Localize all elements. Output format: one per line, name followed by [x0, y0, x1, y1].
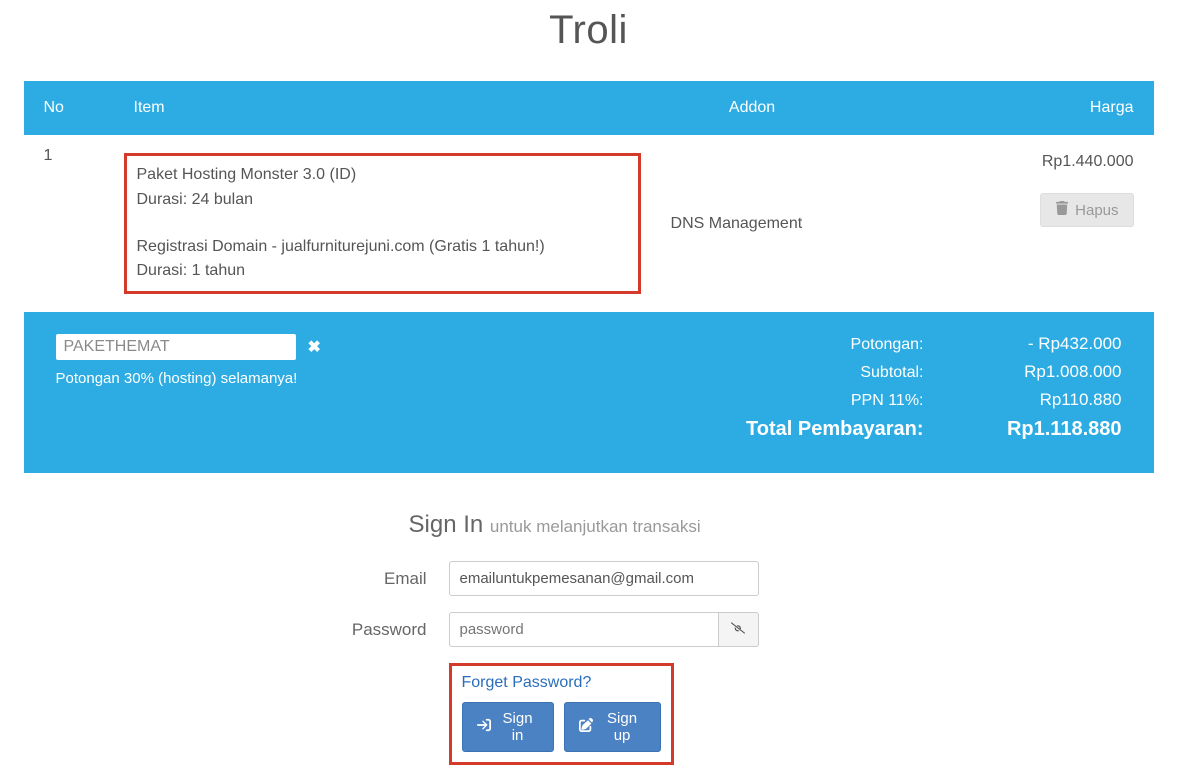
close-icon: ✖ [308, 339, 321, 356]
item-domain-duration: Durasi: 1 tahun [137, 259, 628, 284]
signin-button[interactable]: Sign in [462, 702, 554, 752]
item-highlight-box: Paket Hosting Monster 3.0 (ID) Durasi: 2… [124, 153, 641, 294]
delete-label: Hapus [1075, 202, 1118, 219]
eye-slash-icon [731, 621, 745, 639]
row-no: 1 [24, 135, 114, 312]
promo-code-input[interactable] [56, 334, 296, 360]
col-header-item: Item [114, 81, 651, 135]
item-title: Paket Hosting Monster 3.0 (ID) [137, 163, 628, 188]
table-row: 1 Paket Hosting Monster 3.0 (ID) Durasi:… [24, 135, 1154, 312]
subtotal-value: Rp1.008.000 [972, 362, 1122, 382]
potongan-label: Potongan: [764, 336, 924, 354]
edit-icon [579, 718, 593, 736]
signin-heading: Sign In [409, 511, 484, 538]
cart-table: No Item Addon Harga 1 Paket Hosting Mons… [24, 81, 1154, 312]
signin-icon [477, 718, 491, 736]
page-title: Troli [24, 8, 1154, 53]
trash-icon [1055, 201, 1069, 219]
col-header-no: No [24, 81, 114, 135]
password-visibility-toggle[interactable] [719, 612, 759, 647]
signin-subheading: untuk melanjutkan transaksi [490, 517, 701, 536]
potongan-value: - Rp432.000 [972, 334, 1122, 354]
password-label: Password [209, 620, 449, 640]
col-header-addon: Addon [651, 81, 854, 135]
forget-password-link[interactable]: Forget Password? [462, 674, 592, 692]
signup-label: Sign up [599, 710, 646, 744]
signup-button[interactable]: Sign up [564, 702, 661, 752]
ppn-label: PPN 11%: [764, 392, 924, 410]
promo-description: Potongan 30% (hosting) selamanya! [56, 370, 321, 387]
col-header-harga: Harga [854, 81, 1154, 135]
subtotal-label: Subtotal: [764, 364, 924, 382]
signin-label: Sign in [497, 710, 539, 744]
item-domain: Registrasi Domain - jualfurniturejuni.co… [137, 235, 628, 260]
email-label: Email [209, 569, 449, 589]
row-price: Rp1.440.000 [874, 153, 1134, 171]
addon-value: DNS Management [651, 135, 854, 312]
promo-clear-button[interactable]: ✖ [308, 337, 321, 357]
password-field[interactable] [449, 612, 719, 647]
item-duration: Durasi: 24 bulan [137, 188, 628, 213]
total-value: Rp1.118.880 [972, 418, 1122, 441]
total-label: Total Pembayaran: [746, 418, 923, 441]
email-field[interactable] [449, 561, 759, 596]
delete-button[interactable]: Hapus [1040, 193, 1133, 227]
summary-panel: ✖ Potongan 30% (hosting) selamanya! Poto… [24, 312, 1154, 473]
ppn-value: Rp110.880 [972, 390, 1122, 410]
